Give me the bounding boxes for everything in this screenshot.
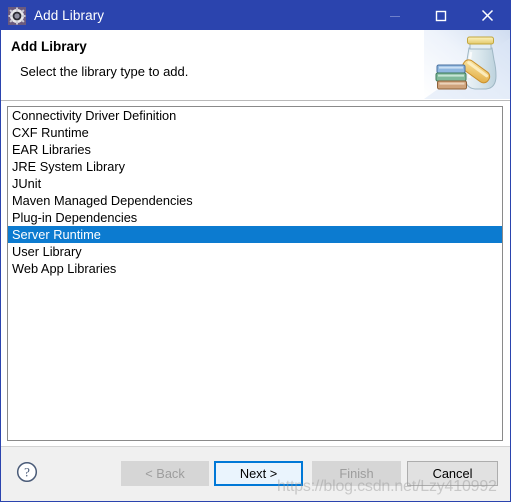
minimize-button[interactable] <box>372 1 418 30</box>
list-item[interactable]: EAR Libraries <box>8 141 502 158</box>
window-controls <box>372 1 510 30</box>
list-item[interactable]: CXF Runtime <box>8 124 502 141</box>
list-item[interactable]: Web App Libraries <box>8 260 502 277</box>
help-icon[interactable]: ? <box>16 461 38 483</box>
list-item[interactable]: User Library <box>8 243 502 260</box>
page-title: Add Library <box>11 39 87 54</box>
add-library-dialog: Add Library Add Library Select the libra… <box>0 0 511 502</box>
page-subtitle: Select the library type to add. <box>20 64 189 79</box>
list-item[interactable]: Maven Managed Dependencies <box>8 192 502 209</box>
jar-and-books-icon <box>424 30 510 99</box>
list-item[interactable]: JUnit <box>8 175 502 192</box>
next-button[interactable]: Next > <box>214 461 303 486</box>
list-item[interactable]: Connectivity Driver Definition <box>8 107 502 124</box>
window-title: Add Library <box>34 8 105 23</box>
back-button[interactable]: < Back <box>121 461 209 486</box>
title-bar[interactable]: Add Library <box>1 1 510 30</box>
maximize-button[interactable] <box>418 1 464 30</box>
list-item[interactable]: Server Runtime <box>8 226 502 243</box>
gear-icon <box>8 6 26 25</box>
library-type-list[interactable]: Connectivity Driver Definition CXF Runtim… <box>7 106 503 441</box>
dialog-header: Add Library Select the library type to a… <box>1 30 510 101</box>
button-bar: < Back Next > Finish Cancel <box>1 446 510 501</box>
list-item[interactable]: JRE System Library <box>8 158 502 175</box>
dialog-body: Connectivity Driver Definition CXF Runtim… <box>1 101 510 446</box>
finish-button[interactable]: Finish <box>312 461 401 486</box>
close-button[interactable] <box>464 1 510 30</box>
list-item[interactable]: Plug-in Dependencies <box>8 209 502 226</box>
cancel-button[interactable]: Cancel <box>407 461 498 486</box>
svg-text:?: ? <box>24 465 30 480</box>
